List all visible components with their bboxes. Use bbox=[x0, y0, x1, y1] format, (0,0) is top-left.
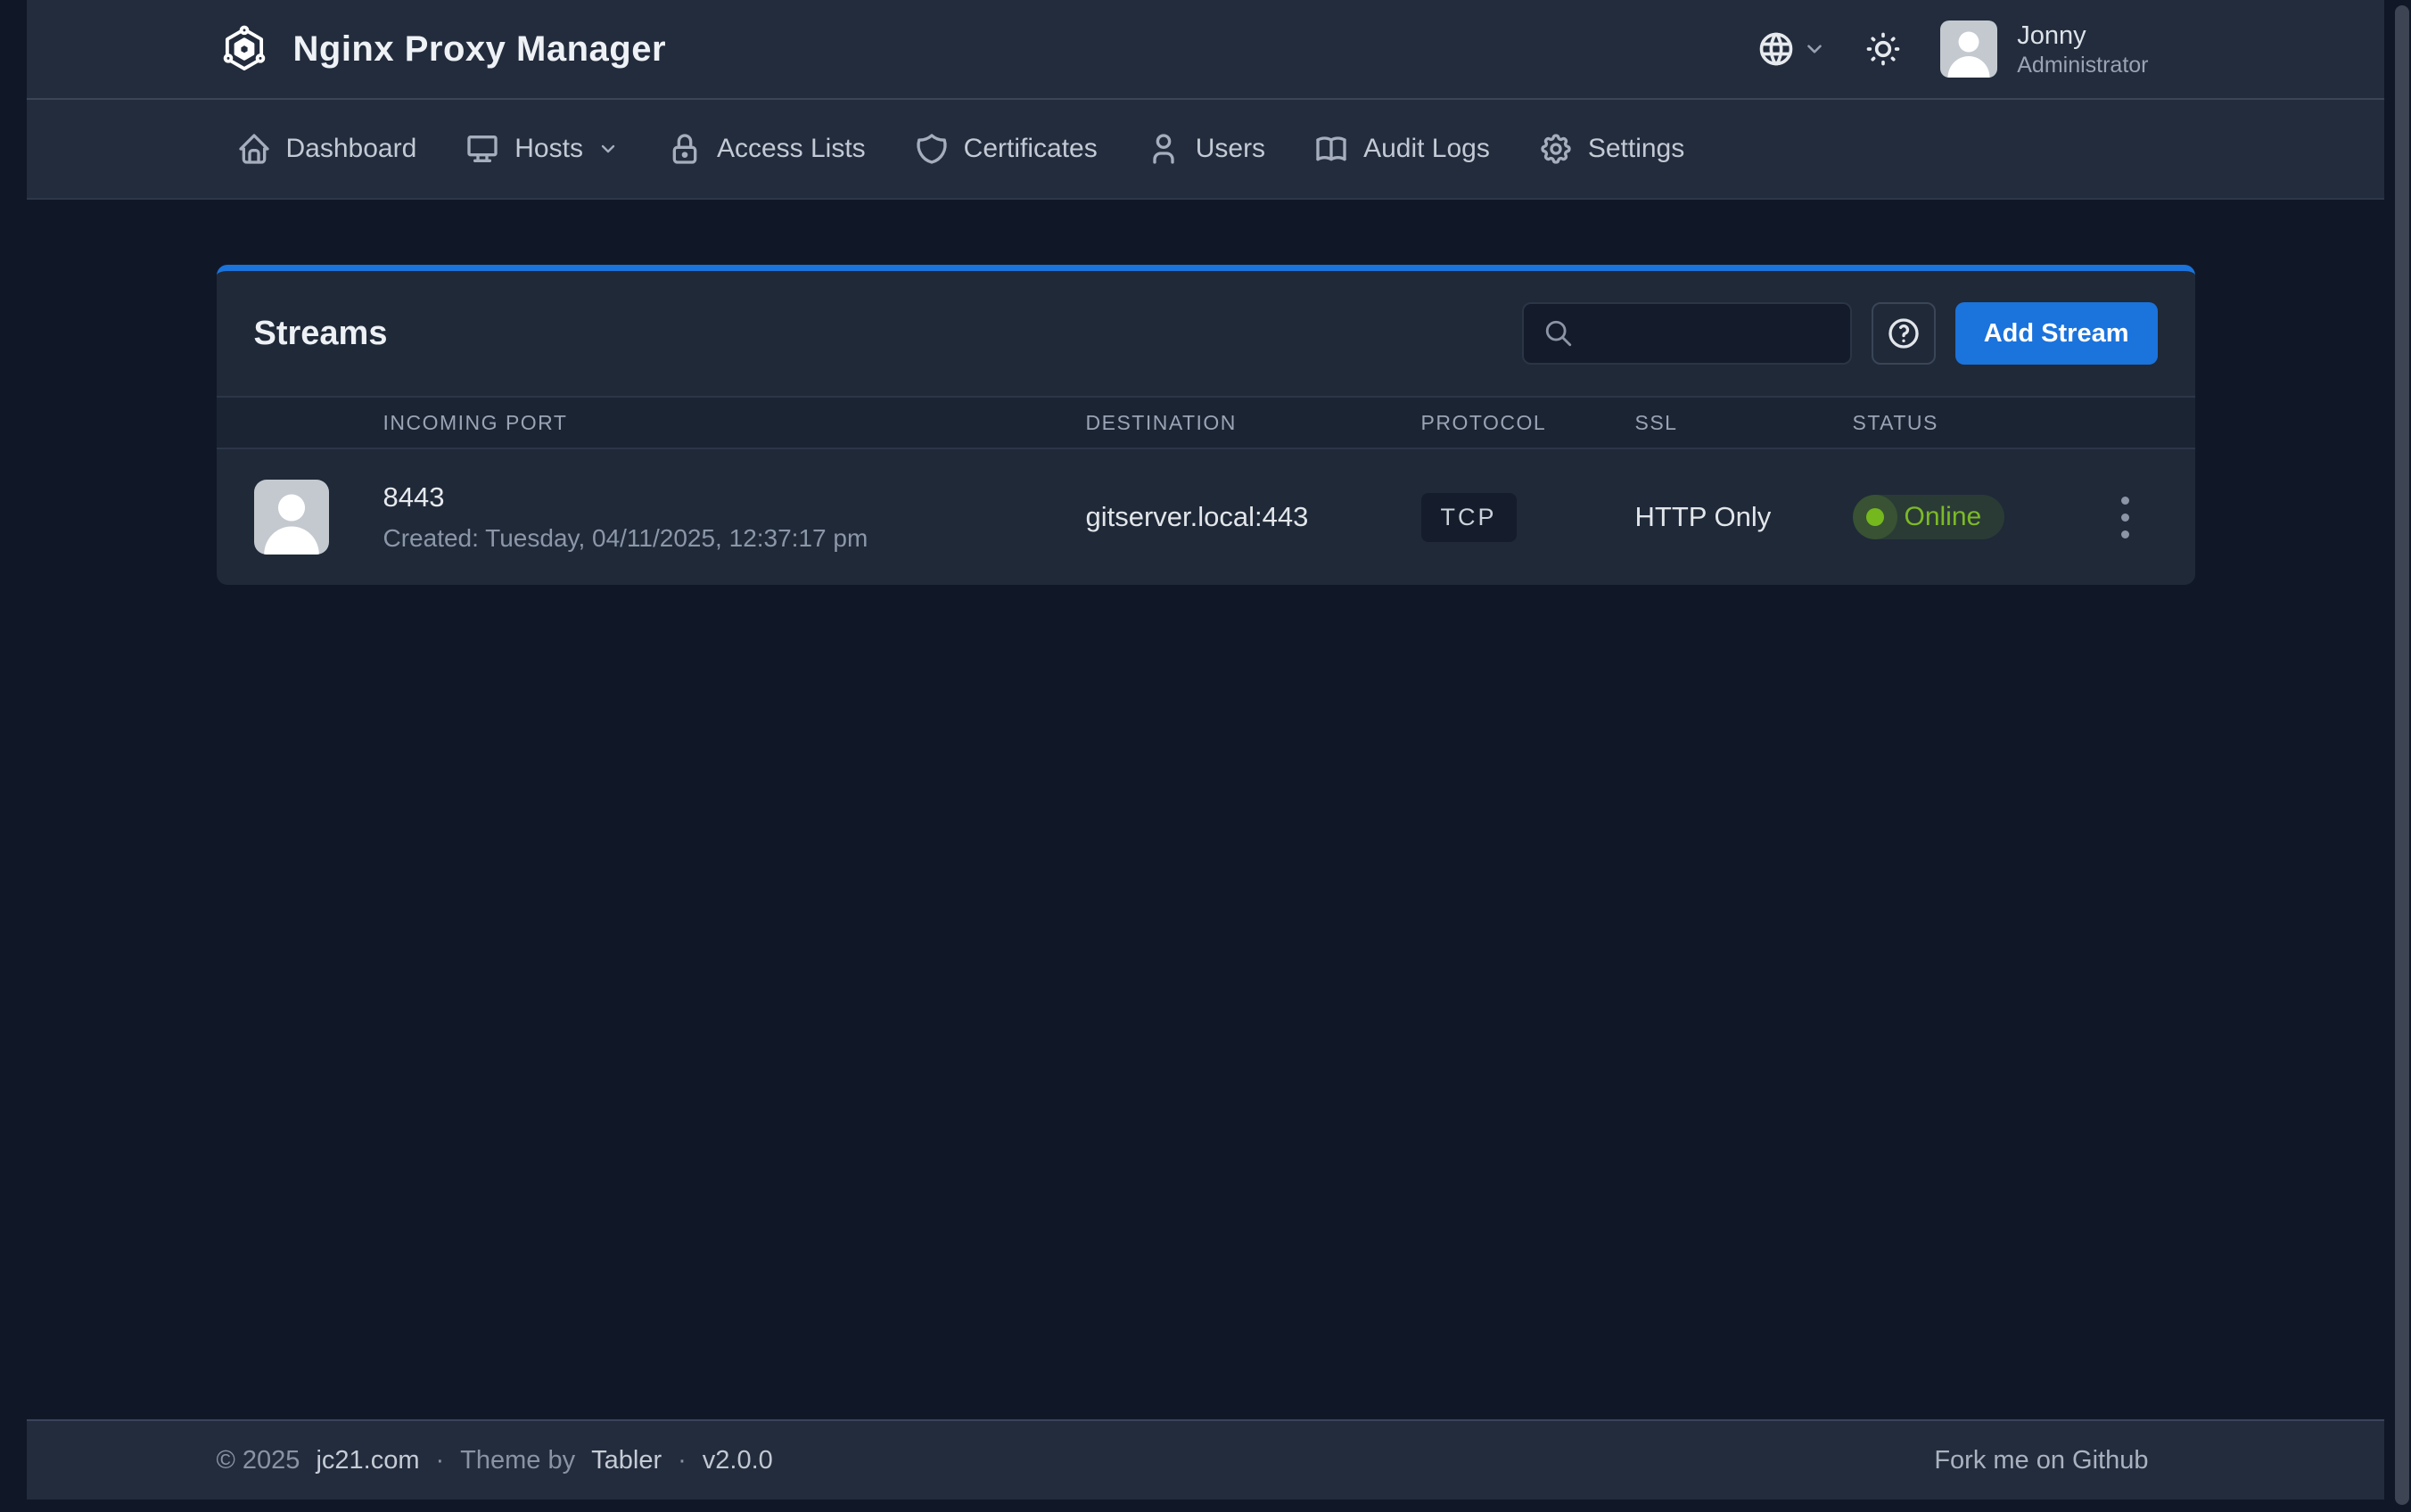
user-avatar bbox=[1940, 21, 1997, 78]
user-menu[interactable]: Jonny Administrator bbox=[1940, 20, 2148, 78]
row-actions-menu-icon[interactable] bbox=[2121, 497, 2129, 538]
main-nav: Dashboard Hosts Access Lists bbox=[27, 100, 2384, 200]
status-dot-halo bbox=[1853, 495, 1897, 539]
status-badge: Online bbox=[1853, 495, 2005, 539]
gear-icon bbox=[1538, 131, 1574, 167]
created-timestamp: Created: Tuesday, 04/11/2025, 12:37:17 p… bbox=[383, 524, 1086, 553]
streams-card: Streams Add Stream bbox=[217, 265, 2195, 585]
protocol-badge: TCP bbox=[1421, 493, 1517, 542]
app-footer: © 2025 jc21.com · Theme by Tabler · v2.0… bbox=[27, 1419, 2384, 1500]
globe-icon bbox=[1757, 29, 1796, 69]
col-ssl: SSL bbox=[1635, 411, 1853, 435]
nav-item-hosts[interactable]: Hosts bbox=[465, 131, 619, 167]
incoming-port-value: 8443 bbox=[383, 481, 1086, 514]
language-selector-button[interactable] bbox=[1757, 29, 1826, 69]
col-status: STATUS bbox=[1853, 411, 2083, 435]
app-title: Nginx Proxy Manager bbox=[293, 29, 667, 70]
nav-label: Users bbox=[1196, 134, 1265, 164]
col-incoming-port: INCOMING PORT bbox=[383, 411, 1086, 435]
separator-dot: · bbox=[678, 1446, 687, 1475]
separator-dot: · bbox=[436, 1446, 445, 1475]
add-stream-button[interactable]: Add Stream bbox=[1955, 302, 2158, 365]
page-title: Streams bbox=[254, 315, 388, 353]
status-dot-icon bbox=[1866, 508, 1884, 526]
nginx-proxy-manager-logo-icon bbox=[220, 25, 268, 73]
nav-item-audit-logs[interactable]: Audit Logs bbox=[1313, 131, 1490, 167]
nav-item-certificates[interactable]: Certificates bbox=[914, 131, 1098, 167]
help-circle-icon bbox=[1886, 316, 1921, 351]
protocol-cell: TCP bbox=[1421, 493, 1635, 542]
github-link[interactable]: Fork me on Github bbox=[1934, 1446, 2148, 1475]
user-role: Administrator bbox=[2017, 52, 2148, 78]
version-text: v2.0.0 bbox=[703, 1446, 773, 1475]
nav-label: Audit Logs bbox=[1363, 134, 1490, 164]
book-icon bbox=[1313, 131, 1349, 167]
chevron-down-icon bbox=[1803, 37, 1826, 61]
nav-label: Hosts bbox=[514, 134, 583, 164]
copyright: © 2025 bbox=[217, 1446, 300, 1475]
user-icon bbox=[1146, 131, 1181, 167]
sun-icon bbox=[1864, 29, 1903, 69]
scrollbar-thumb[interactable] bbox=[2395, 5, 2409, 1505]
theme-toggle-button[interactable] bbox=[1864, 29, 1903, 69]
lock-icon bbox=[667, 131, 703, 167]
page-body: Streams Add Stream bbox=[27, 200, 2384, 1419]
nav-label: Settings bbox=[1588, 134, 1684, 164]
ssl-value: HTTP Only bbox=[1635, 501, 1853, 533]
tabler-link[interactable]: Tabler bbox=[591, 1446, 662, 1475]
incoming-port-cell: 8443 Created: Tuesday, 04/11/2025, 12:37… bbox=[383, 481, 1086, 553]
nav-item-access-lists[interactable]: Access Lists bbox=[667, 131, 866, 167]
chevron-down-icon bbox=[597, 138, 619, 160]
theme-by-text: Theme by bbox=[460, 1446, 575, 1475]
monitor-icon bbox=[465, 131, 500, 167]
nav-label: Access Lists bbox=[717, 134, 866, 164]
destination-value: gitserver.local:443 bbox=[1086, 501, 1421, 533]
search-icon bbox=[1543, 318, 1574, 349]
nav-label: Certificates bbox=[964, 134, 1098, 164]
status-cell: Online bbox=[1853, 495, 2083, 539]
table-row[interactable]: 8443 Created: Tuesday, 04/11/2025, 12:37… bbox=[217, 449, 2195, 585]
app-header: Nginx Proxy Manager bbox=[27, 0, 2384, 100]
brand: Nginx Proxy Manager bbox=[220, 25, 667, 73]
table-header-row: INCOMING PORT DESTINATION PROTOCOL SSL S… bbox=[217, 396, 2195, 449]
col-destination: DESTINATION bbox=[1086, 411, 1421, 435]
status-label: Online bbox=[1905, 502, 1982, 532]
home-icon bbox=[236, 131, 272, 167]
search-box bbox=[1522, 302, 1852, 365]
search-input[interactable] bbox=[1588, 319, 1831, 348]
nav-item-users[interactable]: Users bbox=[1146, 131, 1265, 167]
jc21-link[interactable]: jc21.com bbox=[316, 1446, 419, 1475]
user-name: Jonny bbox=[2017, 20, 2148, 52]
shield-icon bbox=[914, 131, 950, 167]
col-protocol: PROTOCOL bbox=[1421, 411, 1635, 435]
nav-label: Dashboard bbox=[286, 134, 417, 164]
nav-item-dashboard[interactable]: Dashboard bbox=[236, 131, 417, 167]
help-button[interactable] bbox=[1872, 302, 1936, 365]
nav-item-settings[interactable]: Settings bbox=[1538, 131, 1684, 167]
stream-avatar bbox=[254, 480, 329, 555]
page: Nginx Proxy Manager bbox=[27, 0, 2384, 1512]
